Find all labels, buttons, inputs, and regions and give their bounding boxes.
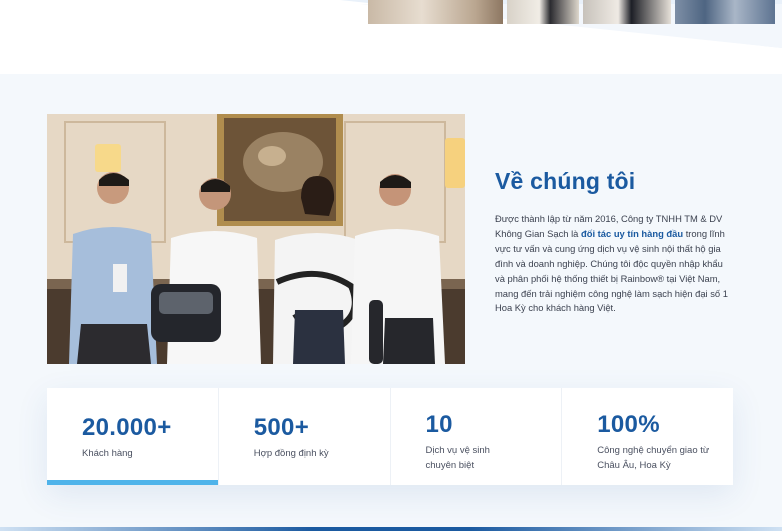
about-text-highlight: đối tác uy tín hàng đầu [581, 227, 684, 239]
stat-label: Hợp đồng định kỳ [253, 448, 329, 459]
hero-image-3 [583, 0, 671, 24]
hero-image-4 [675, 0, 775, 24]
active-indicator-bar [47, 480, 218, 485]
stat-technology: 100% Công nghệ chuyển giao từ Châu Âu, H… [562, 388, 733, 485]
stat-value: 20.000+ [82, 414, 172, 441]
stat-value: 100% [597, 411, 660, 438]
stat-services: 10 Dịch vụ vệ sinh chuyên biệt [391, 388, 563, 485]
hero-image-1 [368, 0, 503, 24]
hero-image-strip [368, 0, 782, 24]
team-photo-illustration [47, 114, 465, 364]
stat-label: Công nghệ chuyển giao từ Châu Âu, Hoa Kỳ [597, 445, 710, 471]
stat-label: Khách hàng [82, 448, 133, 459]
team-photo [47, 114, 465, 364]
stat-contracts: 500+ Hợp đồng định kỳ [219, 388, 391, 485]
stat-customers: 20.000+ Khách hàng [47, 388, 219, 485]
stat-value: 500+ [253, 414, 310, 441]
about-text-part-2: trong lĩnh vực tư vấn và cung ứng dịch v… [495, 227, 728, 314]
about-title: Về chúng tôi [495, 168, 636, 194]
stats-panel: 20.000+ Khách hàng 500+ Hợp đồng định kỳ… [47, 388, 733, 485]
about-description: Được thành lập từ năm 2016, Công ty TNHH… [495, 212, 735, 316]
section-bottom-divider [0, 527, 782, 531]
hero-image-2 [507, 0, 579, 24]
stat-value: 10 [425, 411, 453, 438]
stat-label: Dịch vụ vệ sinh chuyên biệt [425, 445, 490, 471]
